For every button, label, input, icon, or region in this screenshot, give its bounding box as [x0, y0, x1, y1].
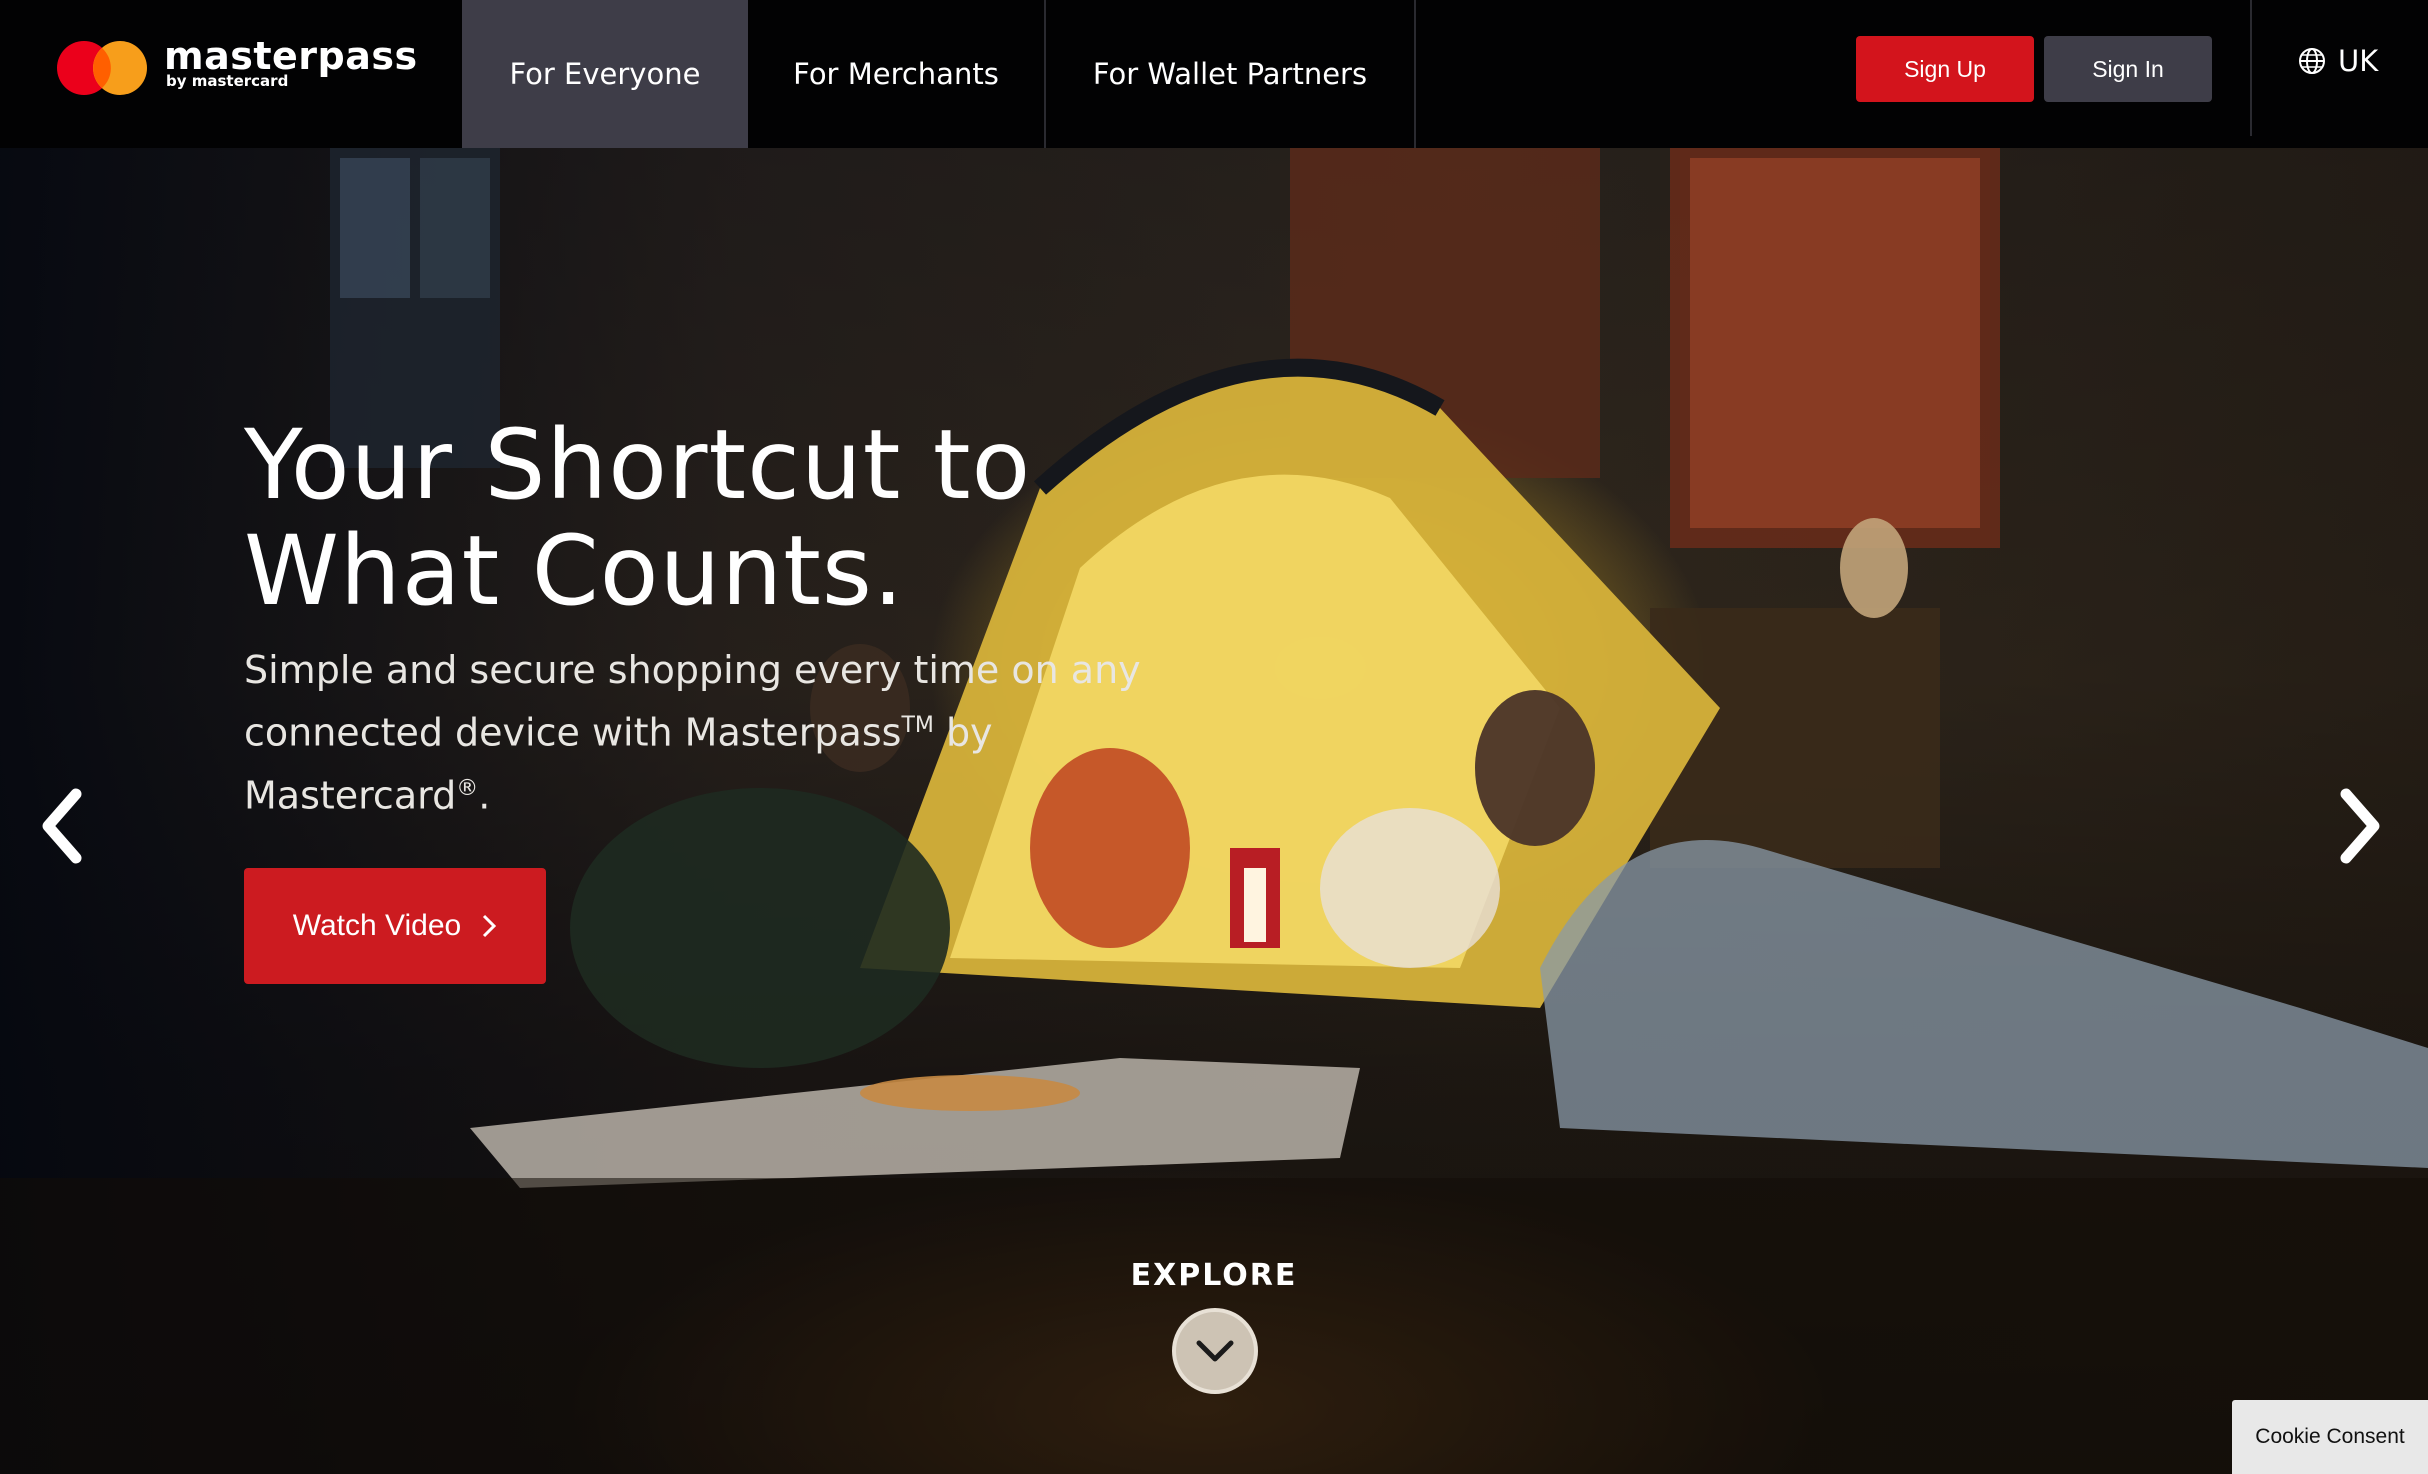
hero-title-line1: Your Shortcut to: [244, 409, 1032, 521]
watch-video-button[interactable]: Watch Video: [244, 868, 546, 984]
explore-label: EXPLORE: [1130, 1258, 1298, 1293]
hero-carousel: Your Shortcut to What Counts. Simple and…: [0, 148, 2428, 1474]
locale-selector[interactable]: UK: [2298, 44, 2378, 78]
explore-button[interactable]: [1172, 1308, 1258, 1394]
nav-tab-for-merchants[interactable]: For Merchants: [748, 0, 1046, 148]
sign-up-button[interactable]: Sign Up: [1856, 36, 2034, 102]
chevron-down-icon: [1196, 1340, 1234, 1362]
nav-tab-label: For Everyone: [509, 57, 701, 91]
chevron-right-small-icon: [483, 914, 497, 938]
nav-tab-for-everyone[interactable]: For Everyone: [462, 0, 748, 148]
site-header: masterpass by mastercard For Everyone Fo…: [0, 0, 2428, 148]
trademark-mark: TM: [901, 713, 934, 738]
nav-tab-label: For Merchants: [793, 57, 999, 91]
registered-mark: ®: [456, 775, 479, 801]
locale-label: UK: [2338, 44, 2379, 78]
masterpass-logo[interactable]: masterpass by mastercard: [56, 34, 417, 96]
header-divider: [2250, 0, 2252, 136]
hero-subtitle-text: Simple and secure shopping every time on…: [244, 648, 1141, 755]
main-nav: For Everyone For Merchants For Wallet Pa…: [462, 0, 1416, 148]
hero-subtitle-period: .: [478, 773, 491, 818]
hero-title-line2: What Counts.: [244, 515, 905, 627]
mastercard-circles-icon: [57, 41, 147, 95]
nav-tab-for-wallet-partners[interactable]: For Wallet Partners: [1046, 0, 1416, 148]
chevron-right-icon[interactable]: [2334, 786, 2384, 866]
cookie-consent-button[interactable]: Cookie Consent: [2232, 1400, 2428, 1474]
sign-in-button[interactable]: Sign In: [2044, 36, 2212, 102]
chevron-left-icon[interactable]: [38, 786, 88, 866]
hero-title: Your Shortcut to What Counts.: [244, 412, 1144, 624]
hero-subtitle: Simple and secure shopping every time on…: [244, 642, 1144, 823]
nav-tab-label: For Wallet Partners: [1092, 57, 1368, 91]
logo-subtext: by mastercard: [166, 72, 289, 90]
watch-video-label: Watch Video: [292, 909, 462, 942]
globe-icon: [2299, 48, 2325, 74]
